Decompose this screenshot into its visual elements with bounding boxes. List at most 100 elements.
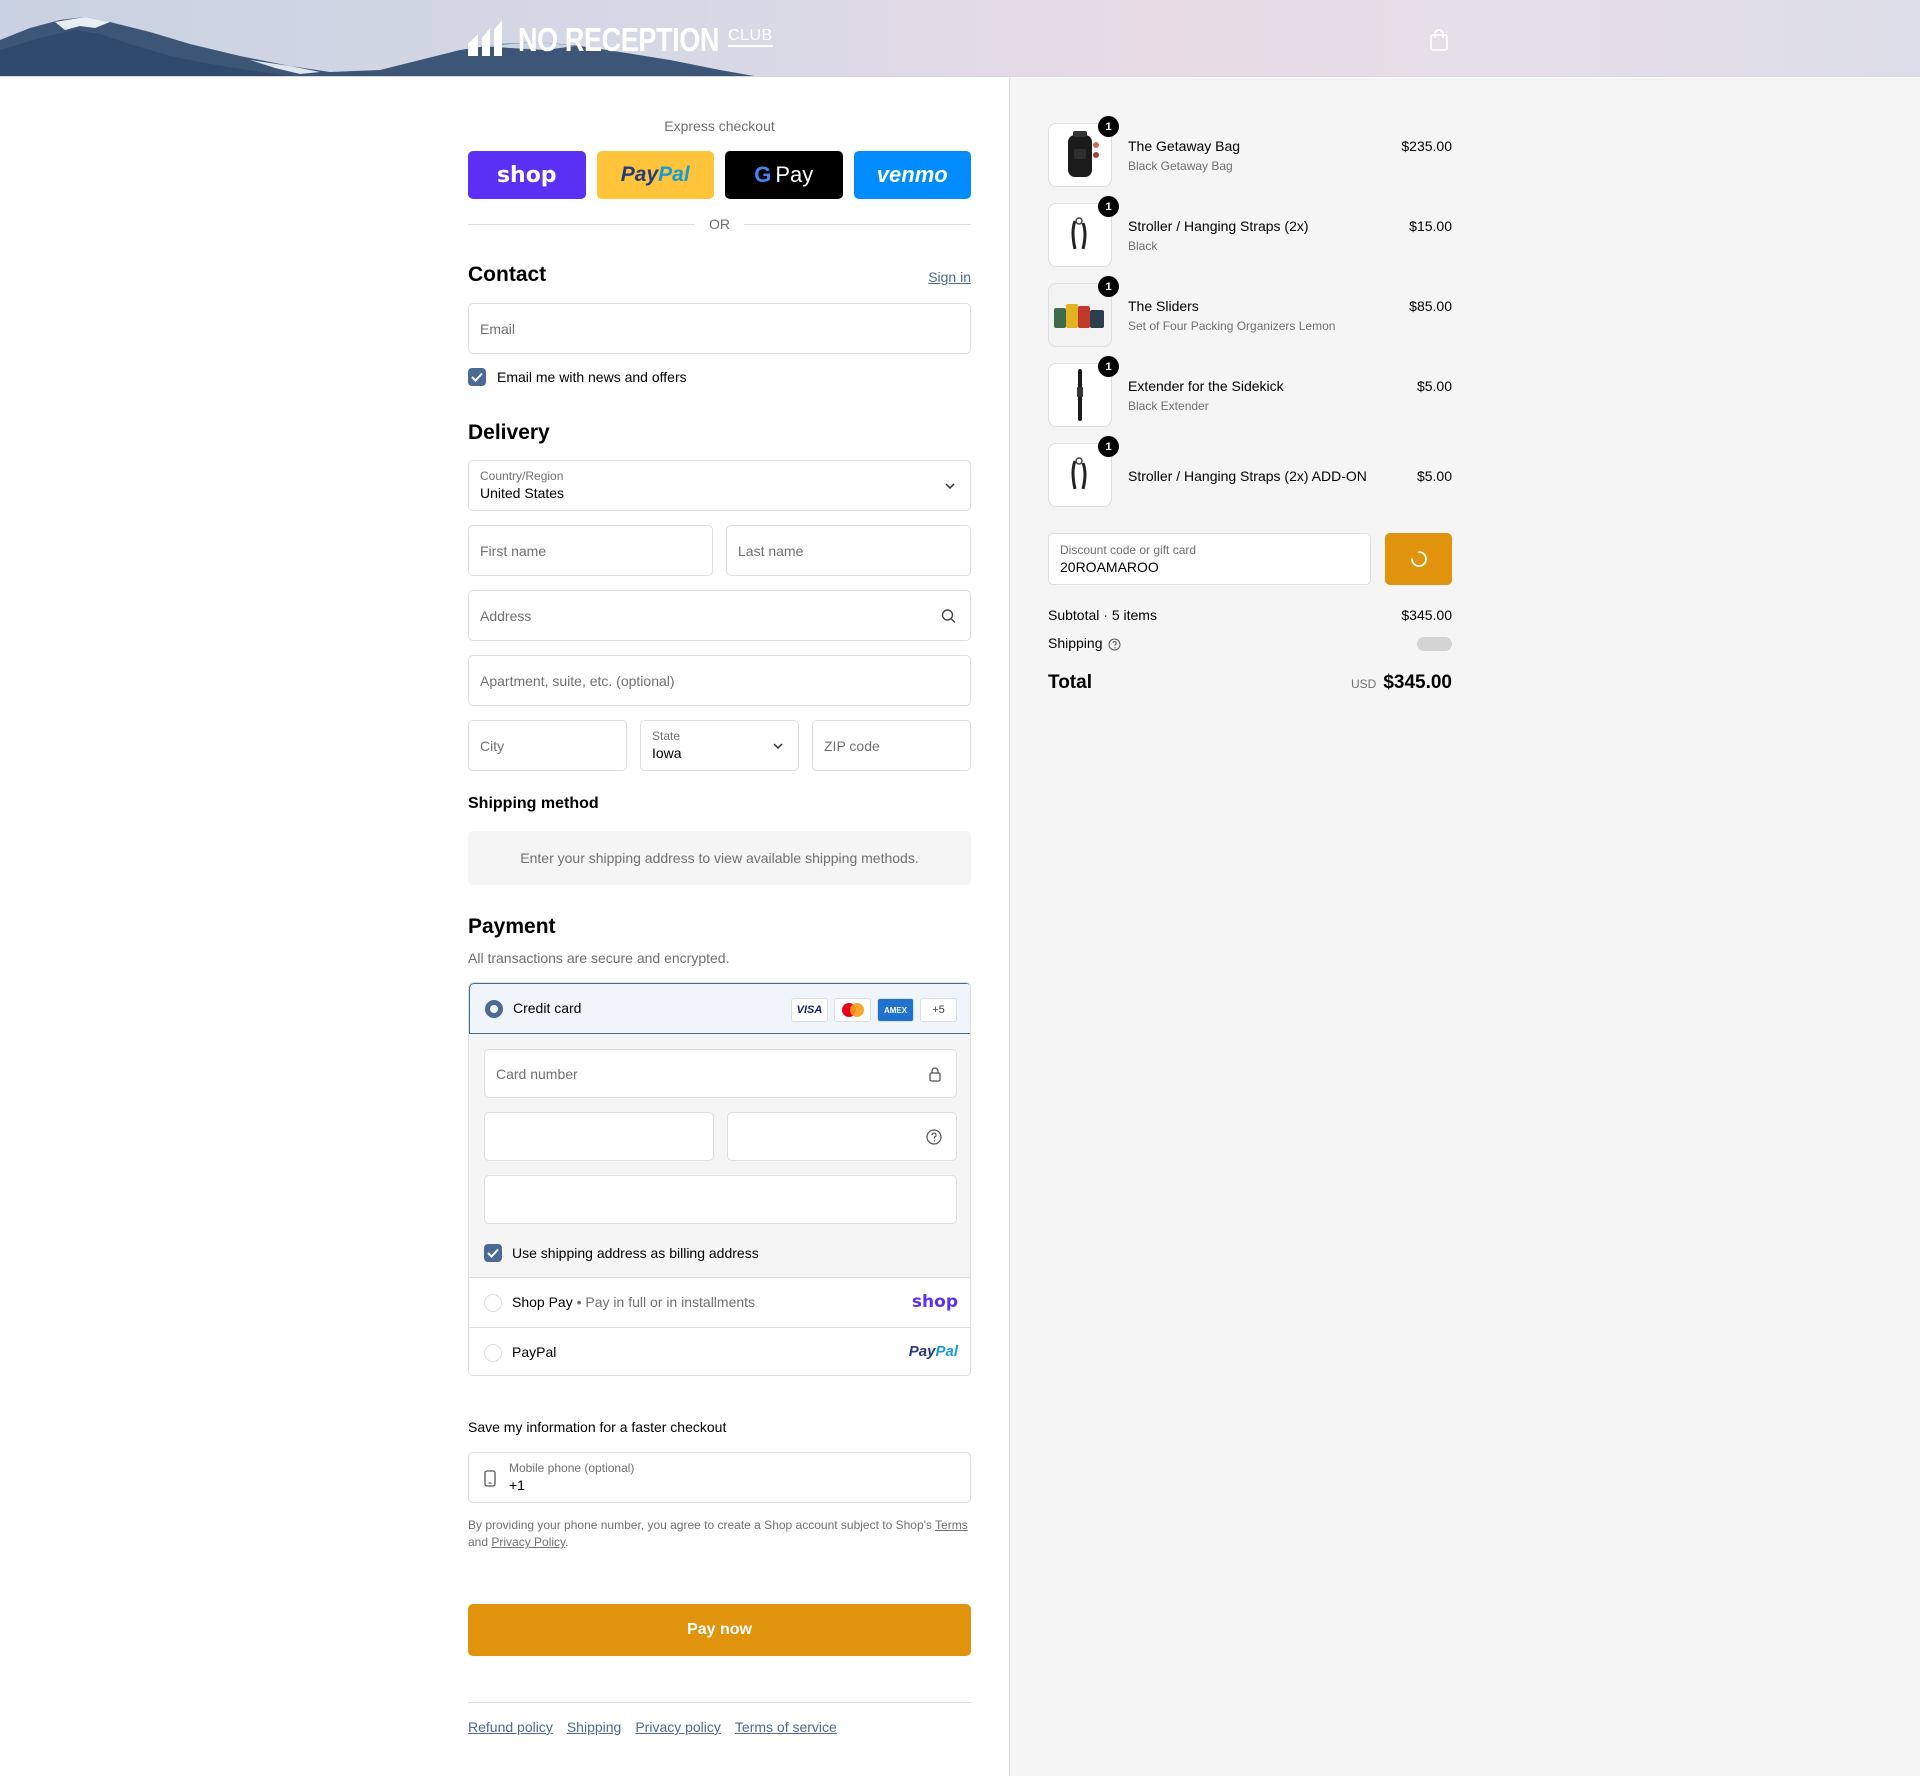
first-name-placeholder: First name bbox=[480, 542, 547, 559]
loading-spinner-icon bbox=[1410, 551, 1427, 567]
item-price: $85.00 bbox=[1409, 298, 1452, 314]
google-pay-express-button[interactable]: G Pay bbox=[725, 151, 843, 199]
help-circle-icon[interactable] bbox=[1108, 638, 1121, 651]
chevron-down-icon bbox=[773, 742, 783, 749]
last-name-placeholder: Last name bbox=[738, 542, 804, 559]
apply-discount-button[interactable] bbox=[1385, 533, 1452, 585]
shop-pay-express-button[interactable]: shop bbox=[468, 151, 586, 199]
country-select[interactable]: Country/Region United States bbox=[468, 460, 971, 511]
item-price: $5.00 bbox=[1416, 378, 1452, 394]
terms-link[interactable]: Terms bbox=[935, 1518, 968, 1532]
newsletter-checkbox[interactable] bbox=[468, 368, 486, 386]
total-value: $345.00 bbox=[1383, 672, 1452, 693]
quantity-badge: 1 bbox=[1098, 436, 1119, 457]
newsletter-label: Email me with news and offers bbox=[497, 369, 687, 385]
lock-icon bbox=[929, 1066, 941, 1082]
paypal-option-label: PayPal bbox=[512, 1344, 557, 1360]
address-field[interactable]: Address bbox=[468, 590, 971, 641]
card-number-placeholder: Card number bbox=[496, 1065, 578, 1082]
shipping-method-note: Enter your shipping address to view avai… bbox=[468, 831, 971, 885]
cart-item: 1 The Sliders Set of Four Packing Organi… bbox=[1048, 276, 1452, 349]
state-select[interactable]: State Iowa bbox=[640, 720, 799, 771]
item-name: Extender for the Sidekick bbox=[1128, 378, 1284, 394]
sign-in-link[interactable]: Sign in bbox=[928, 269, 971, 285]
more-cards-badge: +5 bbox=[920, 998, 957, 1022]
checkmark-icon bbox=[471, 372, 483, 382]
discount-label: Discount code or gift card bbox=[1060, 543, 1197, 557]
shop-pay-option[interactable]: Shop Pay • Pay in full or in installment… bbox=[469, 1278, 970, 1328]
email-field[interactable]: Email bbox=[468, 303, 971, 354]
cart-item: 1 Stroller / Hanging Straps (2x) ADD-ON … bbox=[1048, 436, 1452, 509]
item-variant: Set of Four Packing Organizers Lemon bbox=[1128, 319, 1336, 333]
payment-subtitle: All transactions are secure and encrypte… bbox=[468, 950, 730, 966]
item-name: The Getaway Bag bbox=[1128, 138, 1241, 154]
currency-code: USD bbox=[1350, 677, 1377, 691]
credit-card-radio[interactable] bbox=[485, 1000, 503, 1018]
billing-same-checkbox[interactable] bbox=[484, 1244, 502, 1262]
credit-card-option[interactable]: Credit card VISA AMEX +5 bbox=[469, 983, 970, 1034]
express-checkout-buttons: shop PayPal G Pay venmo bbox=[468, 151, 971, 199]
cart-item: 1 Stroller / Hanging Straps (2x) Black $… bbox=[1048, 196, 1452, 269]
site-header: NO RECEPTION CLUB bbox=[0, 0, 1920, 77]
security-code-field[interactable] bbox=[727, 1112, 957, 1161]
item-variant: Black Extender bbox=[1128, 399, 1209, 413]
shop-pay-radio[interactable] bbox=[484, 1294, 502, 1312]
first-name-field[interactable]: First name bbox=[468, 525, 713, 576]
expiration-date-field[interactable] bbox=[484, 1112, 714, 1161]
phone-legal-text: By providing your phone number, you agre… bbox=[468, 1518, 968, 1549]
payment-methods: Credit card VISA AMEX +5 Card number Use… bbox=[468, 982, 971, 1376]
checkmark-icon bbox=[487, 1248, 499, 1258]
paypal-logo: PayPal bbox=[620, 163, 690, 186]
city-placeholder: City bbox=[480, 737, 505, 754]
zip-field[interactable]: ZIP code bbox=[812, 720, 971, 771]
apartment-field[interactable]: Apartment, suite, etc. (optional) bbox=[468, 655, 971, 706]
last-name-field[interactable]: Last name bbox=[726, 525, 971, 576]
mobile-phone-field[interactable]: Mobile phone (optional) +1 bbox=[468, 1452, 971, 1503]
item-name: Stroller / Hanging Straps (2x) bbox=[1128, 218, 1309, 234]
quantity-badge: 1 bbox=[1098, 116, 1119, 137]
help-circle-icon[interactable] bbox=[926, 1128, 942, 1145]
mastercard-icon bbox=[834, 998, 871, 1022]
name-on-card-field[interactable] bbox=[484, 1175, 957, 1224]
refund-policy-link[interactable]: Refund policy bbox=[468, 1719, 553, 1735]
pay-now-button[interactable]: Pay now bbox=[468, 1604, 971, 1656]
amex-icon: AMEX bbox=[877, 998, 914, 1022]
total-label: Total bbox=[1048, 672, 1092, 693]
privacy-policy-link[interactable]: Privacy Policy bbox=[491, 1535, 565, 1549]
state-label: State bbox=[652, 729, 681, 743]
cart-item: 1 The Getaway Bag Black Getaway Bag $235… bbox=[1048, 116, 1452, 189]
terms-of-service-link[interactable]: Terms of service bbox=[735, 1719, 837, 1735]
footer-divider bbox=[468, 1702, 971, 1703]
item-price: $5.00 bbox=[1416, 468, 1452, 484]
mobile-phone-value: +1 bbox=[509, 1477, 525, 1493]
google-g-icon: G bbox=[754, 162, 772, 187]
visa-icon: VISA bbox=[791, 998, 828, 1022]
shipping-loading-placeholder bbox=[1417, 637, 1452, 651]
save-info-heading: Save my information for a faster checkou… bbox=[468, 1419, 727, 1435]
brand-mark-icon bbox=[468, 20, 502, 56]
express-checkout-label: Express checkout bbox=[664, 118, 775, 134]
email-placeholder: Email bbox=[480, 320, 516, 337]
or-text: OR bbox=[709, 216, 730, 232]
discount-code-field[interactable]: Discount code or gift card 20ROAMAROO bbox=[1048, 533, 1371, 585]
paypal-option[interactable]: PayPal PayPal bbox=[469, 1328, 970, 1375]
shop-pay-logo: shop bbox=[911, 1292, 958, 1312]
quantity-badge: 1 bbox=[1098, 196, 1119, 217]
contact-heading: Contact bbox=[468, 263, 547, 286]
cart-button[interactable] bbox=[1428, 28, 1450, 52]
shipping-policy-link[interactable]: Shipping bbox=[567, 1719, 622, 1735]
zip-placeholder: ZIP code bbox=[824, 737, 880, 754]
paypal-express-button[interactable]: PayPal bbox=[596, 151, 714, 199]
item-variant: Black bbox=[1128, 239, 1158, 253]
total-amount: USD $345.00 bbox=[1351, 672, 1452, 694]
paypal-radio[interactable] bbox=[484, 1344, 502, 1362]
card-number-field[interactable]: Card number bbox=[484, 1049, 957, 1098]
subtotal-row: Subtotal · 5 items $345.00 bbox=[1048, 607, 1452, 623]
privacy-policy-footer-link[interactable]: Privacy policy bbox=[635, 1719, 721, 1735]
subtotal-label: Subtotal · 5 items bbox=[1048, 607, 1157, 623]
brand-logo[interactable]: NO RECEPTION CLUB bbox=[468, 20, 773, 60]
venmo-logo: venmo bbox=[876, 162, 948, 187]
city-field[interactable]: City bbox=[468, 720, 627, 771]
venmo-express-button[interactable]: venmo bbox=[853, 151, 971, 199]
paypal-logo: PayPal bbox=[908, 1343, 958, 1360]
